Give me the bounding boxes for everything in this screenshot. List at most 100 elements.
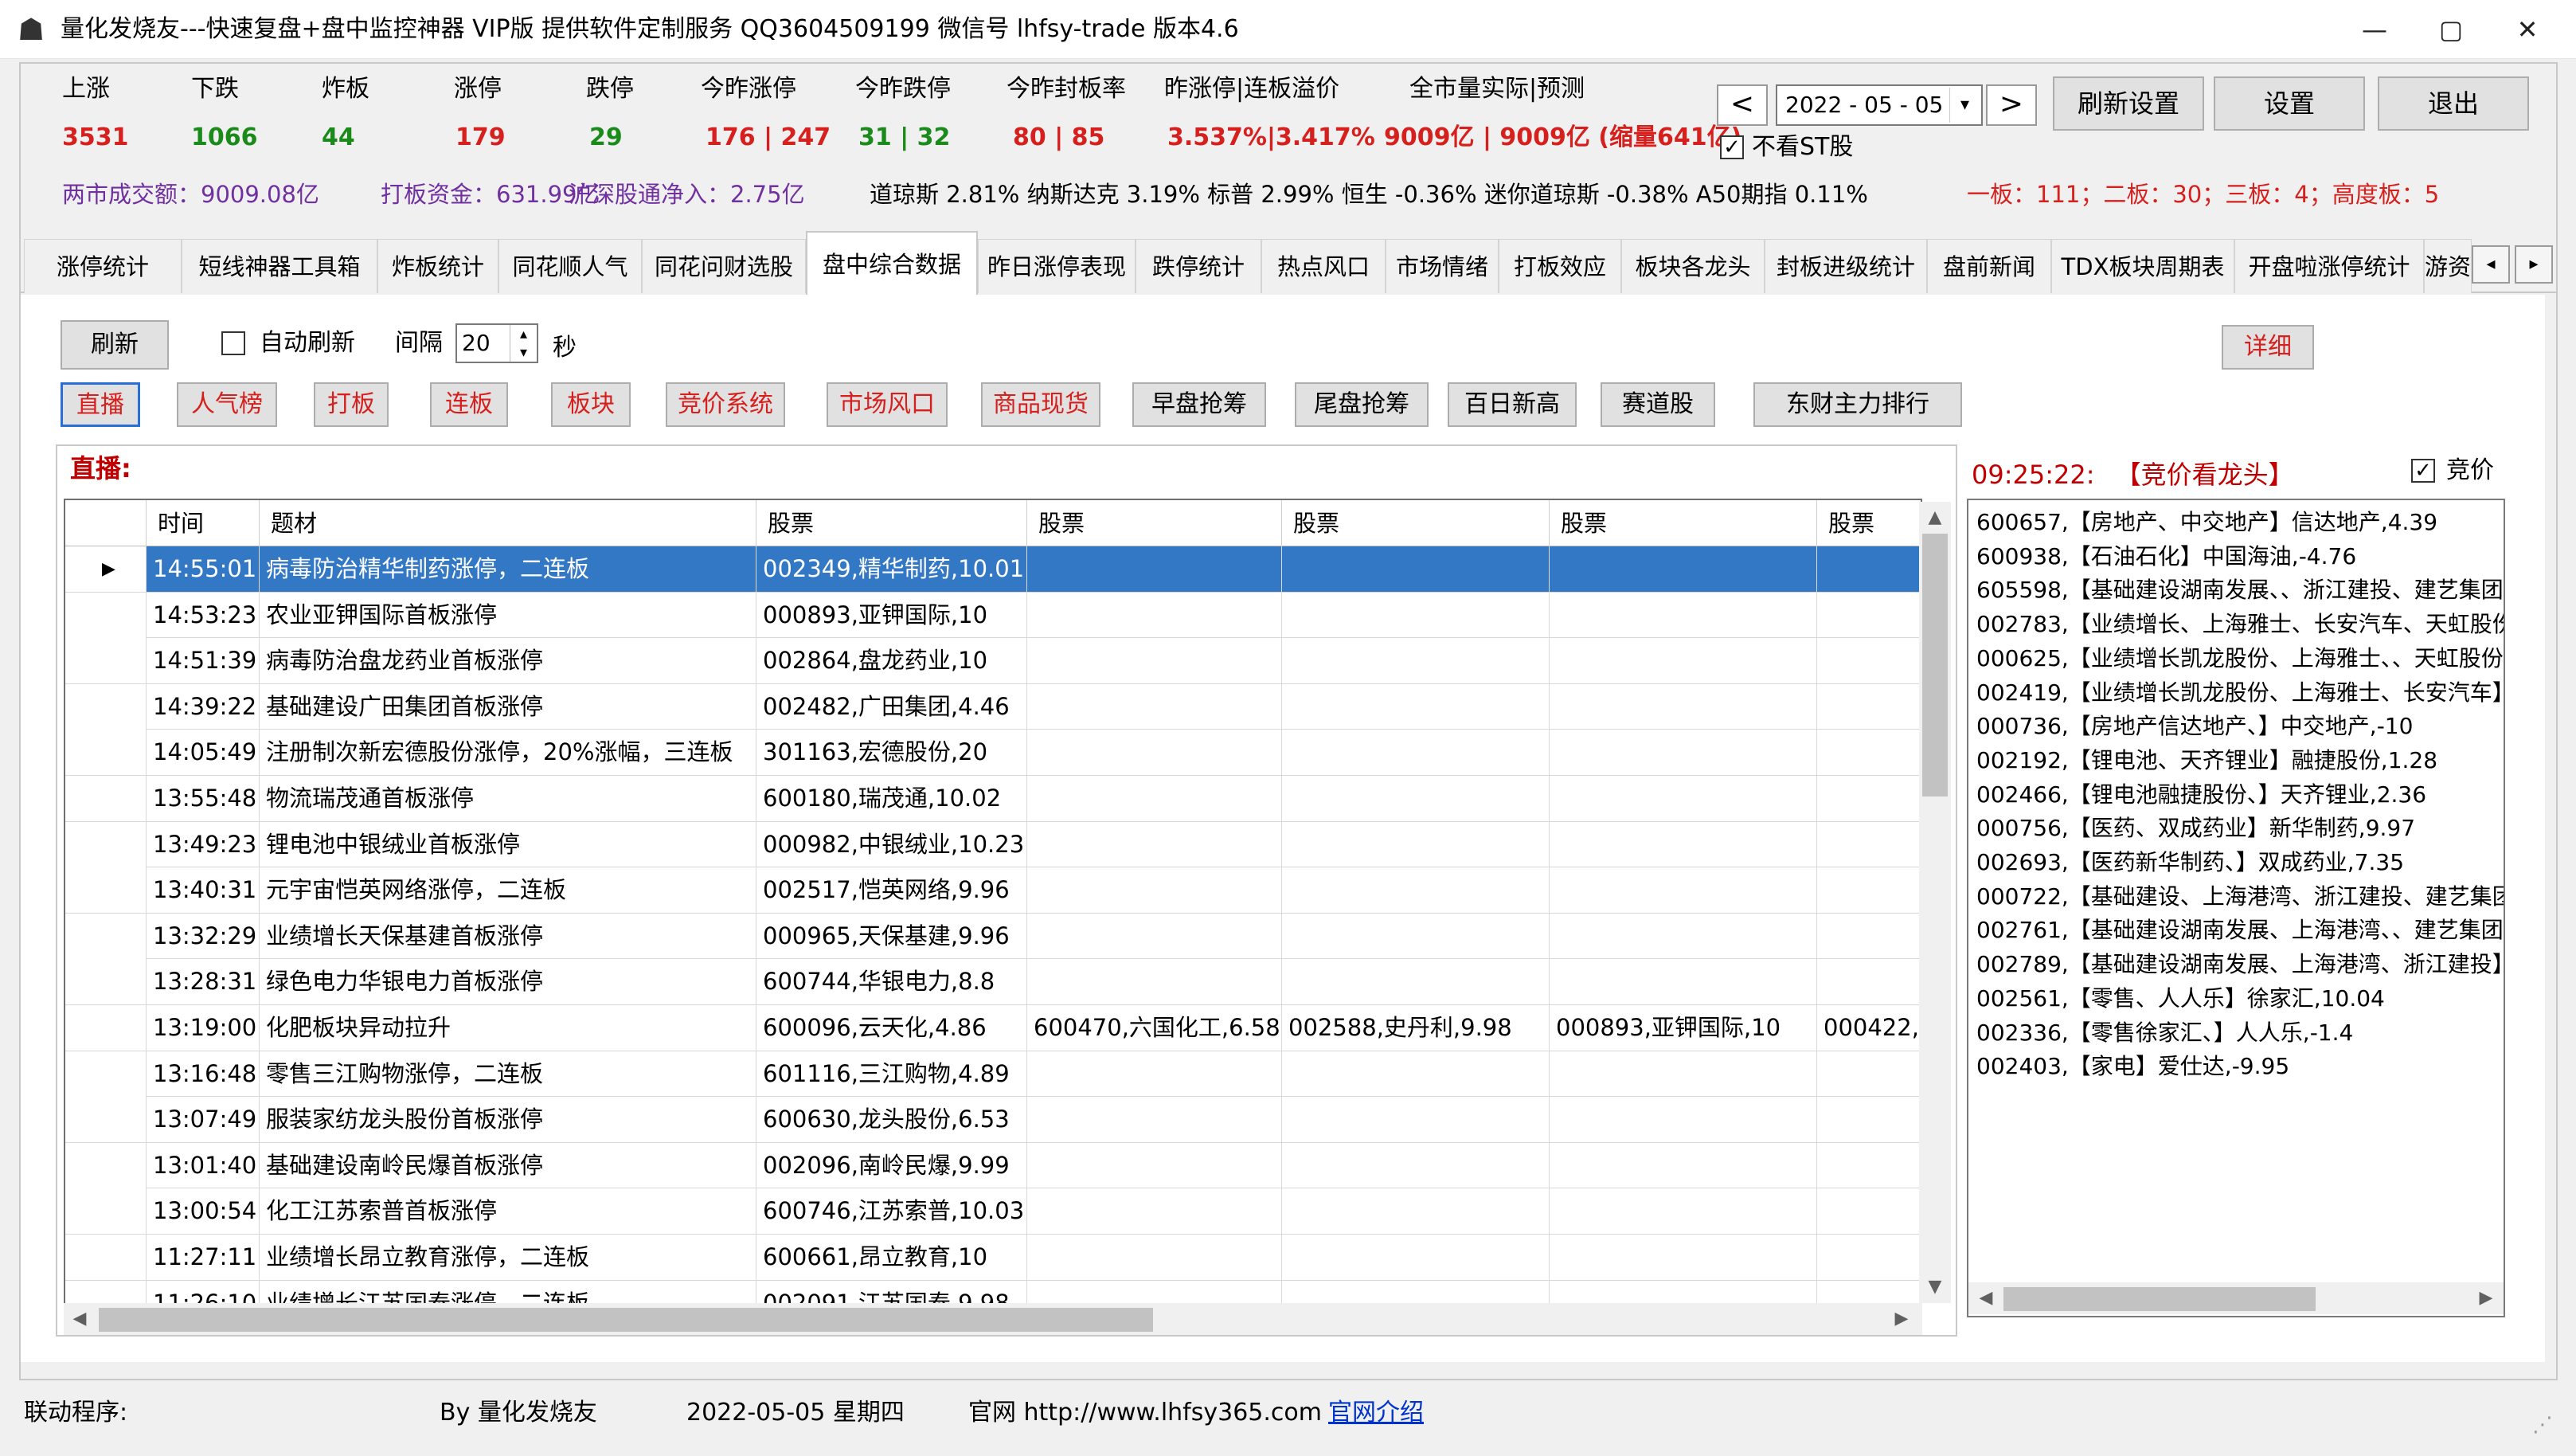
horizontal-scroll-thumb[interactable] bbox=[99, 1308, 1153, 1332]
table-row[interactable]: 13:19:00 化肥板块异动拉升 600096,云天化,4.86 600470,六国… bbox=[65, 1004, 1921, 1051]
tab-item[interactable]: 游资 bbox=[2424, 239, 2472, 293]
tab-item[interactable]: 热点风口 bbox=[1261, 239, 1386, 293]
column-header[interactable]: 股票 bbox=[1282, 500, 1550, 546]
settings-button[interactable]: 设置 bbox=[2214, 76, 2365, 131]
table-row[interactable]: 14:51:39 病毒防治盘龙药业首板涨停 002864,盘龙药业,10 bbox=[65, 638, 1921, 684]
tab-item[interactable]: 打板效应 bbox=[1499, 239, 1621, 293]
scroll-left-icon[interactable]: ◀ bbox=[64, 1303, 96, 1335]
close-button[interactable]: ✕ bbox=[2489, 0, 2566, 59]
tab-scroll-left-button[interactable]: ◂ bbox=[2472, 245, 2510, 284]
column-header[interactable]: 题材 bbox=[260, 500, 756, 546]
column-header[interactable]: 股票 bbox=[1027, 500, 1282, 546]
table-row[interactable]: 13:32:29 业绩增长天保基建首板涨停 000965,天保基建,9.96 bbox=[65, 913, 1921, 960]
list-scroll-right-icon[interactable]: ▶ bbox=[2470, 1282, 2502, 1314]
scroll-right-icon[interactable]: ▶ bbox=[1886, 1303, 1917, 1335]
tab-item[interactable]: 盘中综合数据 bbox=[806, 231, 978, 295]
table-row[interactable]: 14:53:23 农业亚钾国际首板涨停 000893,亚钾国际,10 bbox=[65, 592, 1921, 639]
table-row[interactable]: ▶ 14:55:01 病毒防治精华制药涨停，二连板 002349,精华制药,10.01 bbox=[65, 546, 1921, 593]
filter-button[interactable]: 打板 bbox=[314, 382, 389, 427]
tab-item[interactable]: 昨日涨停表现 bbox=[978, 239, 1136, 293]
vertical-scroll-thumb[interactable] bbox=[1922, 534, 1948, 796]
filter-button[interactable]: 竞价系统 bbox=[666, 382, 785, 427]
tab-item[interactable]: 同花顺人气 bbox=[498, 239, 642, 293]
website-intro-link[interactable]: 官网介绍 bbox=[1328, 1395, 1424, 1431]
table-row[interactable]: 13:16:48 零售三江购物涨停，二连板 601116,三江购物,4.89 bbox=[65, 1051, 1921, 1098]
refresh-button[interactable]: 刷新 bbox=[61, 320, 169, 370]
column-header[interactable]: 时间 bbox=[147, 500, 260, 546]
refresh-settings-button[interactable]: 刷新设置 bbox=[2053, 76, 2204, 131]
tab-item[interactable]: 跌停统计 bbox=[1136, 239, 1261, 293]
table-row[interactable]: 13:49:23 锂电池中银绒业首板涨停 000982,中银绒业,10.23 bbox=[65, 821, 1921, 868]
prev-day-button[interactable]: < bbox=[1717, 84, 1768, 126]
list-item[interactable]: 002693,【医药新华制药、】双成药业,7.35 bbox=[1976, 847, 2404, 879]
detail-button[interactable]: 详细 bbox=[2222, 325, 2314, 370]
table-row[interactable]: 13:40:31 元宇宙恺英网络涨停，二连板 002517,恺英网络,9.96 bbox=[65, 867, 1921, 914]
date-dropdown-icon[interactable]: ▾ bbox=[1949, 88, 1980, 123]
hide-st-checkbox[interactable]: ✓ bbox=[1720, 135, 1744, 159]
table-row[interactable]: 14:05:49 注册制次新宏德股份涨停，20%涨幅，三连板 301163,宏德股份… bbox=[65, 730, 1921, 776]
filter-button[interactable]: 板块 bbox=[551, 382, 631, 427]
list-item[interactable]: 605598,【基础建设湖南发展、、浙江建投、建艺集团】 bbox=[1976, 574, 2504, 606]
auto-refresh-checkbox[interactable] bbox=[221, 331, 245, 355]
tab-item[interactable]: TDX板块周期表 bbox=[2051, 239, 2234, 293]
tab-item[interactable]: 开盘啦涨停统计 bbox=[2234, 239, 2424, 293]
filter-button[interactable]: 赛道股 bbox=[1601, 382, 1715, 427]
table-row[interactable]: 13:07:49 服装家纺龙头股份首板涨停 600630,龙头股份,6.53 bbox=[65, 1097, 1921, 1143]
tab-item[interactable]: 盘前新闻 bbox=[1927, 239, 2051, 293]
spin-down-icon[interactable]: ▾ bbox=[510, 343, 537, 362]
table-row[interactable]: 11:26:10 业绩增长江苏国泰涨停，二连板 002091,江苏国泰,9.98 bbox=[65, 1280, 1921, 1303]
filter-button[interactable]: 人气榜 bbox=[177, 382, 277, 427]
table-row[interactable]: 13:01:40 基础建设南岭民爆首板涨停 002096,南岭民爆,9.99 bbox=[65, 1142, 1921, 1189]
table-row[interactable]: 13:28:31 绿色电力华银电力首板涨停 600744,华银电力,8.8 bbox=[65, 959, 1921, 1005]
list-item[interactable]: 002403,【家电】爱仕达,-9.95 bbox=[1976, 1051, 2289, 1082]
tab-item[interactable]: 市场情绪 bbox=[1386, 239, 1499, 293]
tab-item[interactable]: 封板进级统计 bbox=[1765, 239, 1927, 293]
tab-item[interactable]: 同花问财选股 bbox=[642, 239, 806, 293]
list-item[interactable]: 002783,【业绩增长、上海雅士、长安汽车、天虹股份】 bbox=[1976, 609, 2504, 640]
tab-item[interactable]: 板块各龙头 bbox=[1621, 239, 1765, 293]
maximize-button[interactable]: ▢ bbox=[2413, 0, 2489, 59]
filter-button[interactable]: 早盘抢筹 bbox=[1132, 382, 1266, 427]
resize-grip-icon[interactable]: ⋰ bbox=[2532, 1413, 2553, 1437]
exit-button[interactable]: 退出 bbox=[2378, 76, 2529, 131]
bid-checkbox[interactable]: ✓ bbox=[2411, 459, 2435, 483]
list-item[interactable]: 600657,【房地产、中交地产】信达地产,4.39 bbox=[1976, 507, 2437, 538]
filter-button[interactable]: 市场风口 bbox=[827, 382, 948, 427]
scroll-down-icon[interactable]: ▼ bbox=[1919, 1271, 1951, 1303]
table-row[interactable]: 13:55:48 物流瑞茂通首板涨停 600180,瑞茂通,10.02 bbox=[65, 775, 1921, 822]
column-header[interactable]: 股票 bbox=[756, 500, 1027, 546]
list-item[interactable]: 002336,【零售徐家汇、】人人乐,-1.4 bbox=[1976, 1017, 2353, 1049]
list-item[interactable]: 002192,【锂电池、天齐锂业】融捷股份,1.28 bbox=[1976, 745, 2437, 777]
filter-button[interactable]: 东财主力排行 bbox=[1753, 382, 1962, 427]
list-item[interactable]: 002466,【锂电池融捷股份、】天齐锂业,2.36 bbox=[1976, 779, 2426, 811]
tab-item[interactable]: 短线神器工具箱 bbox=[182, 239, 377, 293]
list-item[interactable]: 002419,【业绩增长凯龙股份、上海雅士、长安汽车】 bbox=[1976, 677, 2504, 709]
table-row[interactable]: 13:00:54 化工江苏索普首板涨停 600746,江苏索普,10.03 bbox=[65, 1188, 1921, 1235]
minimize-button[interactable]: — bbox=[2336, 0, 2413, 59]
list-item[interactable]: 000756,【医药、双成药业】新华制药,9.97 bbox=[1976, 812, 2415, 844]
list-item[interactable]: 002761,【基础建设湖南发展、上海港湾、、建艺集团】 bbox=[1976, 914, 2504, 946]
column-header[interactable] bbox=[65, 500, 147, 546]
table-row[interactable]: 14:39:22 基础建设广田集团首板涨停 002482,广田集团,4.46 bbox=[65, 683, 1921, 730]
filter-button[interactable]: 直播 bbox=[61, 382, 140, 427]
list-item[interactable]: 000736,【房地产信达地产、】中交地产,-10 bbox=[1976, 710, 2413, 742]
table-row[interactable]: 11:27:11 业绩增长昂立教育涨停，二连板 600661,昂立教育,10 bbox=[65, 1234, 1921, 1281]
tab-item[interactable]: 涨停统计 bbox=[24, 239, 182, 293]
filter-button[interactable]: 百日新高 bbox=[1448, 382, 1577, 427]
filter-button[interactable]: 连板 bbox=[430, 382, 508, 427]
scroll-up-icon[interactable]: ▲ bbox=[1919, 502, 1951, 534]
list-item[interactable]: 002561,【零售、人人乐】徐家汇,10.04 bbox=[1976, 983, 2385, 1015]
column-header[interactable]: 股票 bbox=[1550, 500, 1817, 546]
next-day-button[interactable]: > bbox=[1986, 84, 2037, 126]
tab-item[interactable]: 炸板统计 bbox=[377, 239, 498, 293]
filter-button[interactable]: 商品现货 bbox=[981, 382, 1100, 427]
tab-scroll-right-button[interactable]: ▸ bbox=[2515, 245, 2553, 284]
list-scroll-thumb[interactable] bbox=[2003, 1287, 2316, 1311]
list-item[interactable]: 600938,【石油石化】中国海油,-4.76 bbox=[1976, 541, 2356, 573]
spin-up-icon[interactable]: ▴ bbox=[510, 325, 537, 343]
list-item[interactable]: 002789,【基础建设湖南发展、上海港湾、浙江建投】 bbox=[1976, 949, 2504, 980]
list-scroll-left-icon[interactable]: ◀ bbox=[1970, 1282, 2002, 1314]
filter-button[interactable]: 尾盘抢筹 bbox=[1295, 382, 1429, 427]
list-item[interactable]: 000625,【业绩增长凯龙股份、上海雅士、、天虹股份】 bbox=[1976, 643, 2504, 675]
column-header[interactable]: 股票 bbox=[1817, 500, 1921, 546]
